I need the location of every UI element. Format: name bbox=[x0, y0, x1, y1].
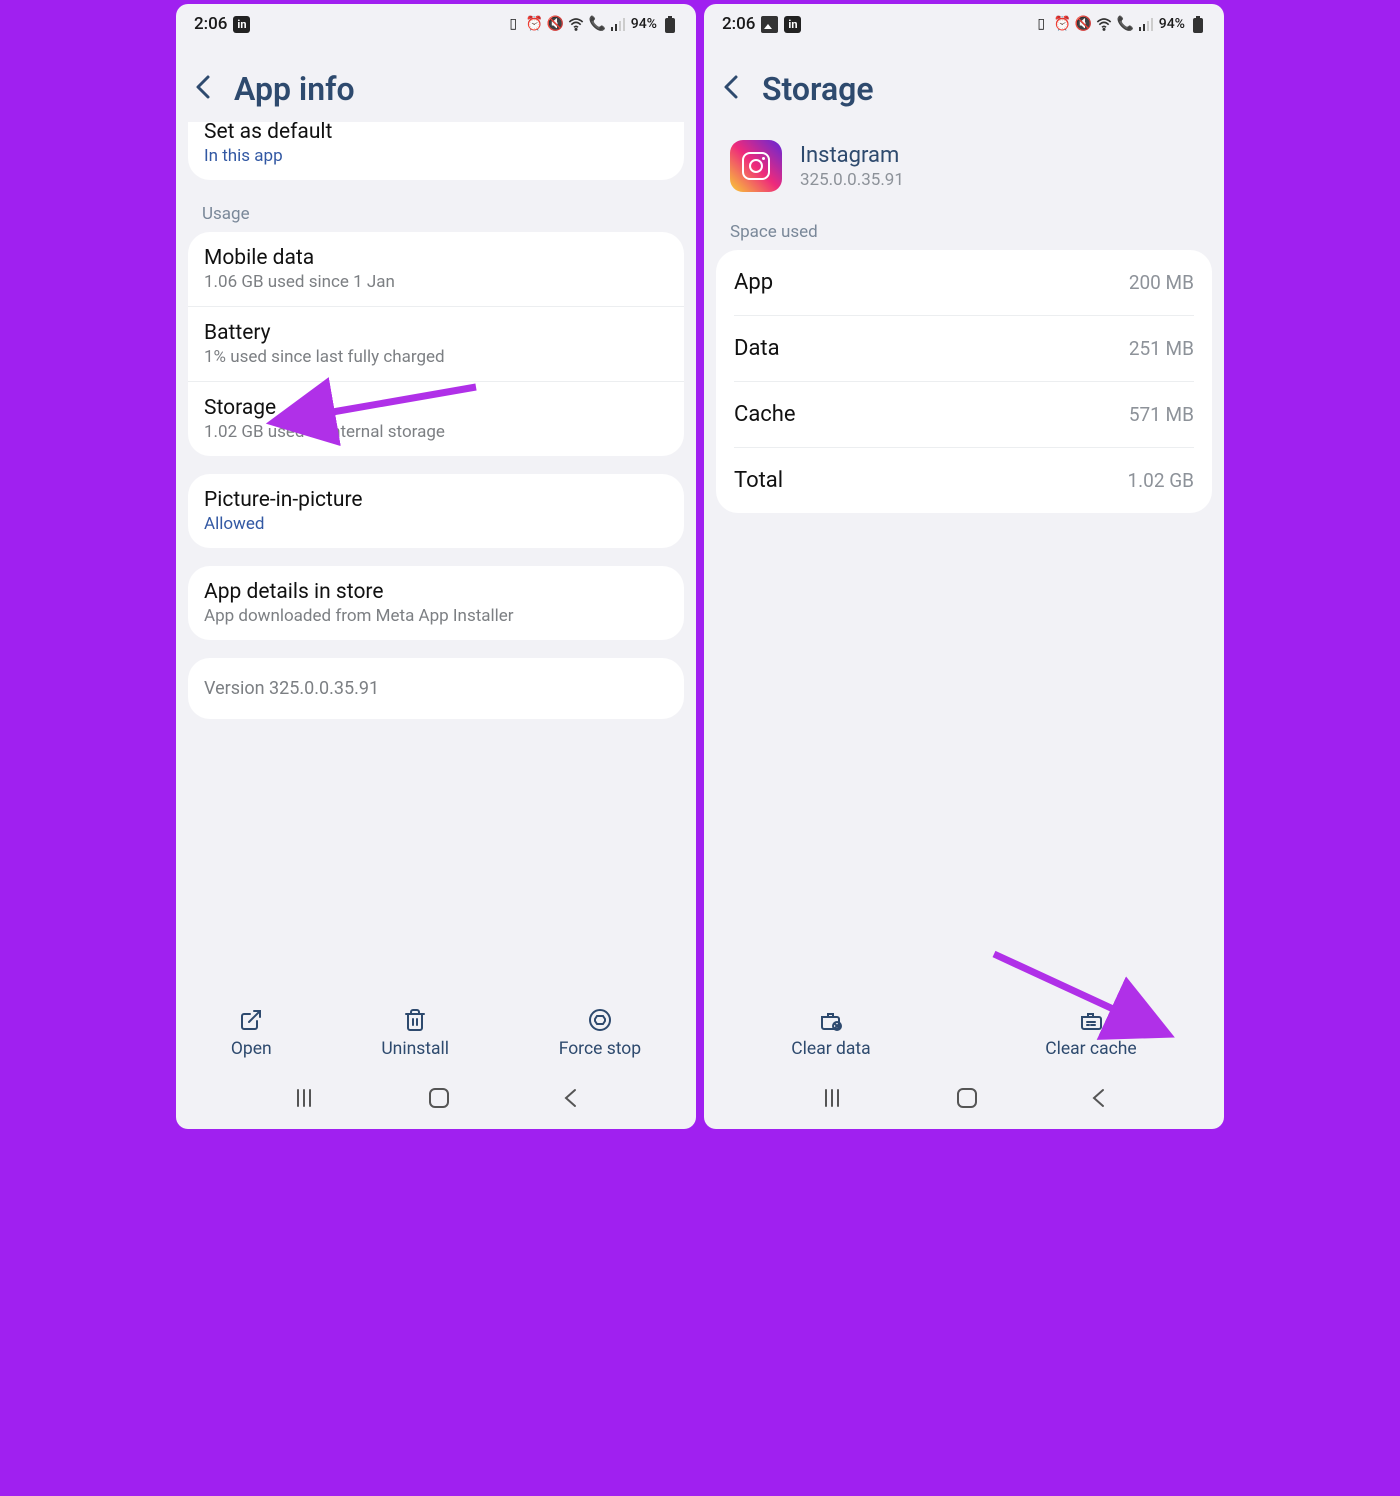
status-time: 2:06 bbox=[722, 14, 755, 34]
uninstall-button[interactable]: Uninstall bbox=[371, 1005, 459, 1061]
back-icon[interactable] bbox=[194, 73, 212, 106]
volte-icon: 📞 bbox=[1117, 16, 1134, 33]
open-icon bbox=[238, 1007, 264, 1033]
nav-bar bbox=[704, 1069, 1224, 1129]
set-default-card[interactable]: Set as default In this app bbox=[188, 122, 684, 180]
bottom-actions: Clear data Clear cache bbox=[704, 1001, 1224, 1069]
battery-saver-icon: ▯ bbox=[505, 16, 522, 33]
trash-icon bbox=[402, 1007, 428, 1033]
status-right: ▯ ⏰ 🔇 📞 94% bbox=[1033, 16, 1206, 33]
phone-left: 2:06 in ▯ ⏰ 🔇 📞 94% App info bbox=[176, 4, 696, 1129]
set-default-title: Set as default bbox=[204, 122, 668, 144]
linkedin-icon: in bbox=[233, 16, 250, 33]
nav-recents-icon[interactable] bbox=[820, 1088, 844, 1112]
nav-back-icon[interactable] bbox=[1090, 1087, 1108, 1113]
pip-row[interactable]: Picture-in-picture Allowed bbox=[188, 474, 684, 548]
bottom-actions: Open Uninstall Force stop bbox=[176, 1001, 696, 1069]
version-card: Version 325.0.0.35.91 bbox=[188, 658, 684, 719]
usage-label: Usage bbox=[188, 198, 684, 232]
row-data: Data 251 MB bbox=[734, 315, 1194, 381]
space-used-label: Space used bbox=[716, 216, 1212, 250]
storage-row[interactable]: Storage 1.02 GB used in Internal storage bbox=[188, 381, 684, 456]
nav-recents-icon[interactable] bbox=[292, 1088, 316, 1112]
cleardata-button[interactable]: Clear data bbox=[781, 1005, 880, 1061]
phone-right: 2:06 in ▯ ⏰ 🔇 📞 94% Storage bbox=[704, 4, 1224, 1129]
status-bar: 2:06 in ▯ ⏰ 🔇 📞 94% bbox=[176, 4, 696, 40]
picture-notif-icon bbox=[761, 16, 778, 33]
header: App info bbox=[176, 40, 696, 122]
volte-icon: 📞 bbox=[589, 16, 606, 33]
row-app: App 200 MB bbox=[734, 250, 1194, 315]
clearcache-icon bbox=[1078, 1007, 1104, 1033]
wifi-icon bbox=[1096, 16, 1113, 33]
mute-icon: 🔇 bbox=[1075, 16, 1092, 33]
header: Storage bbox=[704, 40, 1224, 122]
battery-pct: 94% bbox=[1159, 16, 1185, 32]
nav-bar bbox=[176, 1069, 696, 1129]
battery-icon bbox=[1189, 16, 1206, 33]
instagram-icon bbox=[730, 140, 782, 192]
wifi-icon bbox=[568, 16, 585, 33]
battery-pct: 94% bbox=[631, 16, 657, 32]
store-row[interactable]: App details in store App downloaded from… bbox=[188, 566, 684, 640]
battery-icon bbox=[661, 16, 678, 33]
alarm-icon: ⏰ bbox=[1054, 16, 1071, 33]
signal-icon bbox=[610, 16, 627, 33]
signal-icon bbox=[1138, 16, 1155, 33]
status-bar: 2:06 in ▯ ⏰ 🔇 📞 94% bbox=[704, 4, 1224, 40]
page-title: Storage bbox=[762, 70, 874, 108]
forcestop-button[interactable]: Force stop bbox=[549, 1005, 651, 1061]
mute-icon: 🔇 bbox=[547, 16, 564, 33]
status-time: 2:06 bbox=[194, 14, 227, 34]
app-name: Instagram bbox=[800, 143, 904, 168]
battery-row[interactable]: Battery 1% used since last fully charged bbox=[188, 306, 684, 381]
forcestop-icon bbox=[587, 1007, 613, 1033]
nav-home-icon[interactable] bbox=[428, 1087, 450, 1113]
linkedin-icon: in bbox=[784, 16, 801, 33]
battery-saver-icon: ▯ bbox=[1033, 16, 1050, 33]
back-icon[interactable] bbox=[722, 73, 740, 106]
set-default-sub: In this app bbox=[204, 146, 668, 166]
row-cache: Cache 571 MB bbox=[734, 381, 1194, 447]
page-title: App info bbox=[234, 70, 355, 108]
row-total: Total 1.02 GB bbox=[734, 447, 1194, 513]
status-right: ▯ ⏰ 🔇 📞 94% bbox=[505, 16, 678, 33]
mobile-data-row[interactable]: Mobile data 1.06 GB used since 1 Jan bbox=[188, 232, 684, 306]
open-button[interactable]: Open bbox=[221, 1005, 282, 1061]
nav-home-icon[interactable] bbox=[956, 1087, 978, 1113]
alarm-icon: ⏰ bbox=[526, 16, 543, 33]
clearcache-button[interactable]: Clear cache bbox=[1035, 1005, 1146, 1061]
cleardata-icon bbox=[818, 1007, 844, 1033]
nav-back-icon[interactable] bbox=[562, 1087, 580, 1113]
app-header: Instagram 325.0.0.35.91 bbox=[716, 122, 1212, 216]
app-version: 325.0.0.35.91 bbox=[800, 170, 904, 190]
space-card: App 200 MB Data 251 MB Cache 571 MB Tota… bbox=[716, 250, 1212, 513]
